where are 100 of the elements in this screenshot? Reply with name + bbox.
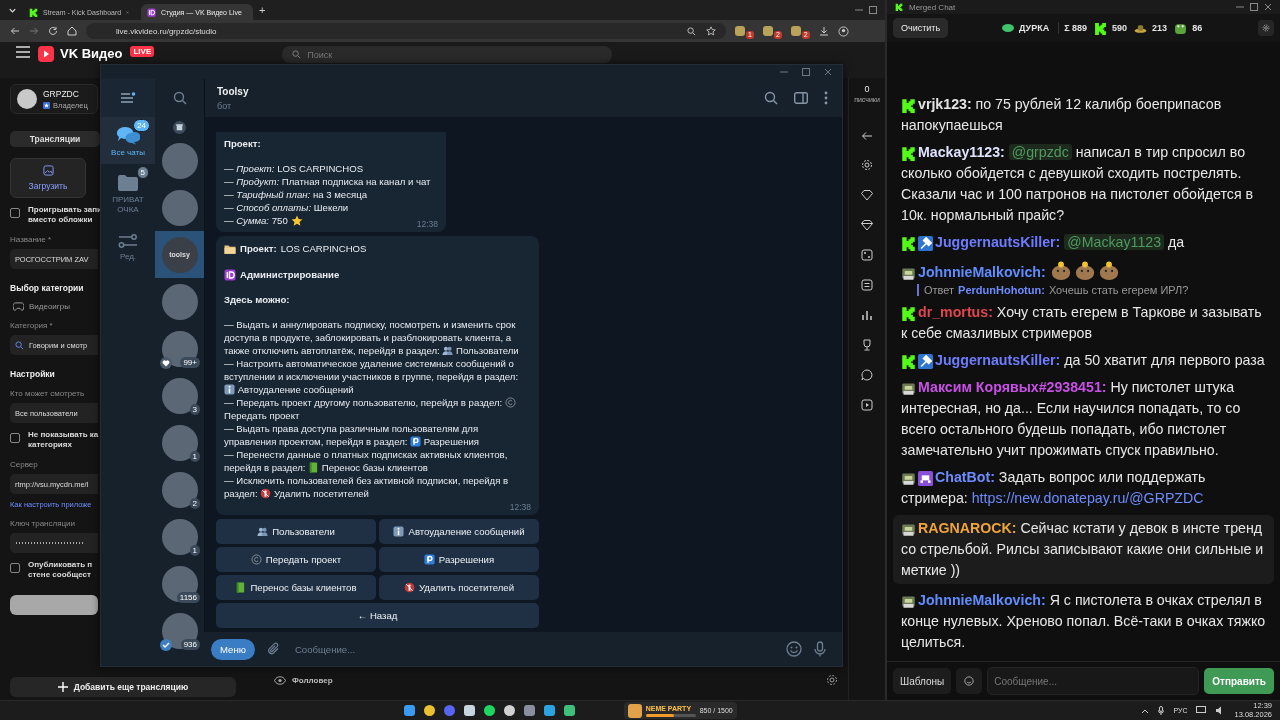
templates-button[interactable]: Шаблоны xyxy=(893,668,952,694)
viewer-count: 590 xyxy=(1112,23,1128,33)
checkbox[interactable] xyxy=(10,563,20,573)
message-input[interactable]: Сообщение... xyxy=(292,642,774,656)
live-badge: LIVE xyxy=(130,46,155,57)
maximize-icon[interactable] xyxy=(1250,3,1258,11)
section-heading: Выбор категории xyxy=(10,283,84,293)
menu-button[interactable]: Меню xyxy=(211,638,255,660)
taskbar-app-icon[interactable] xyxy=(423,705,435,716)
download-icon[interactable] xyxy=(818,26,829,36)
close-icon[interactable] xyxy=(1264,3,1272,11)
platform-logo-icon xyxy=(901,146,916,161)
unread-badge: 3 xyxy=(189,404,200,415)
chat-item[interactable]: 3 xyxy=(155,372,204,419)
chat-folder[interactable]: Ред. xyxy=(101,221,155,268)
keyboard-button[interactable]: Разрешения xyxy=(379,547,539,572)
taskbar-app-icon[interactable] xyxy=(463,705,475,716)
unread-badge: 936 xyxy=(180,639,200,650)
chat-item[interactable]: 2 xyxy=(155,466,204,513)
star-badge-icon xyxy=(43,101,50,109)
more-icon[interactable] xyxy=(824,91,828,105)
extension-icon[interactable] xyxy=(790,26,801,36)
settings-icon[interactable] xyxy=(861,159,873,171)
chat-item[interactable]: 936 xyxy=(155,607,204,654)
clear-button[interactable]: Очистить xyxy=(893,18,949,38)
checkbox[interactable] xyxy=(10,433,20,443)
keyboard-button[interactable]: Перенос базы клиентов xyxy=(216,575,376,600)
maximize-icon[interactable] xyxy=(802,68,810,76)
add-stream-button[interactable]: Добавить еще трансляцию xyxy=(10,677,236,697)
emoji-icon[interactable] xyxy=(786,641,802,657)
chat-item[interactable]: 1 xyxy=(155,513,204,560)
menu-icon[interactable] xyxy=(16,46,30,58)
menu-icon[interactable] xyxy=(120,92,136,104)
sidebar-icon[interactable] xyxy=(794,92,808,104)
keyboard-button[interactable]: Автоудаление сообщений xyxy=(379,519,539,544)
bar-chart-icon[interactable] xyxy=(861,309,873,321)
taskbar-app-icon[interactable] xyxy=(403,705,415,716)
checkbox[interactable] xyxy=(10,208,20,218)
profile-icon[interactable] xyxy=(837,25,849,37)
link[interactable]: https://new.donatepay.ru/@GRPZDC xyxy=(971,490,1204,506)
dice-icon[interactable] xyxy=(861,249,873,261)
taskbar-app-icon[interactable] xyxy=(503,705,515,716)
chat-item[interactable]: 1 xyxy=(155,419,204,466)
paperclip-icon[interactable] xyxy=(266,642,281,656)
mention[interactable]: @Mackay1123 xyxy=(1064,234,1165,250)
extension-icon[interactable] xyxy=(735,26,745,36)
caret-icon[interactable] xyxy=(1141,707,1150,714)
zoom-icon[interactable] xyxy=(687,26,696,36)
send-button[interactable]: Отправить xyxy=(1204,668,1274,694)
maximize-icon[interactable] xyxy=(869,6,877,14)
trophy-icon[interactable] xyxy=(861,339,873,351)
microphone-icon[interactable] xyxy=(1158,706,1165,715)
search-icon[interactable] xyxy=(172,91,187,105)
category-option[interactable]: Видеоигры xyxy=(10,302,93,311)
chat-item[interactable]: 1156 xyxy=(155,560,204,607)
taskbar-app-icon[interactable] xyxy=(483,705,495,716)
field-label: Категория * xyxy=(10,321,53,330)
play-icon[interactable] xyxy=(861,399,873,411)
no-entry-icon xyxy=(404,582,415,593)
gem-icon[interactable] xyxy=(861,219,873,231)
parking-sign-icon xyxy=(410,436,422,447)
taskbar-app-icon[interactable] xyxy=(563,705,575,716)
keyboard-button[interactable]: Пользователи xyxy=(216,519,376,544)
close-icon[interactable] xyxy=(824,68,832,76)
taskbar-app-icon[interactable] xyxy=(543,705,555,716)
chat-folder[interactable]: 24 Все чаты xyxy=(101,117,155,164)
back-icon[interactable] xyxy=(10,26,20,36)
settings-icon[interactable] xyxy=(826,674,838,686)
search-icon[interactable] xyxy=(764,91,778,105)
back-arrow-icon[interactable] xyxy=(861,131,873,141)
diamond-icon[interactable] xyxy=(861,189,873,201)
reload-icon[interactable] xyxy=(48,26,58,36)
upload-button[interactable]: Загрузить xyxy=(10,158,86,198)
settings-button[interactable] xyxy=(1258,20,1274,36)
emoji-button[interactable] xyxy=(956,668,983,694)
viewer-count: 86 xyxy=(1192,23,1203,33)
keyboard-button[interactable]: Удалить посетителей xyxy=(379,575,539,600)
star-outline-icon[interactable] xyxy=(706,26,716,36)
extension-icon[interactable] xyxy=(762,26,773,36)
keyboard-button[interactable]: Передать проект xyxy=(216,547,376,572)
taskbar-app-icon[interactable] xyxy=(523,705,535,716)
chat-icon[interactable] xyxy=(861,369,873,381)
home-icon[interactable] xyxy=(67,26,77,36)
chat-message: Mackay1123: @grpzdc написал в тир спросил во сколько обойдется с девушкой сходить пострелять. Сказали час и 100 патронов на пистолет обойдется в 10к. нормальный прайс? xyxy=(901,143,1255,225)
chat-folder[interactable]: 5 ПРИВАТ ОЧКА xyxy=(101,164,155,221)
new-tab-button[interactable]: + xyxy=(259,4,266,16)
address-bar[interactable]: live.vkvideo.ru/grpzdc/studio xyxy=(86,23,726,39)
mention[interactable]: @grpzdc xyxy=(1008,144,1072,160)
list-icon[interactable] xyxy=(861,279,873,291)
message-text: — Исключить пользователей без активной подписки, перейдя в раздел: Удалить посетителей xyxy=(224,474,510,500)
site-logo[interactable]: VK Видео xyxy=(60,46,123,62)
chat-item[interactable]: 99+ xyxy=(155,325,204,372)
keyboard-button[interactable]: ← Назад xyxy=(216,603,539,628)
tab[interactable]: Трансляции xyxy=(10,131,100,147)
chat-subtitle: бот xyxy=(217,100,233,111)
monitor-icon[interactable] xyxy=(1196,706,1207,715)
archive-icon[interactable] xyxy=(173,120,186,134)
search-field[interactable]: Поиск xyxy=(282,46,613,63)
stream-key-field[interactable] xyxy=(10,533,98,553)
message-input[interactable]: Сообщение... xyxy=(987,667,1200,695)
